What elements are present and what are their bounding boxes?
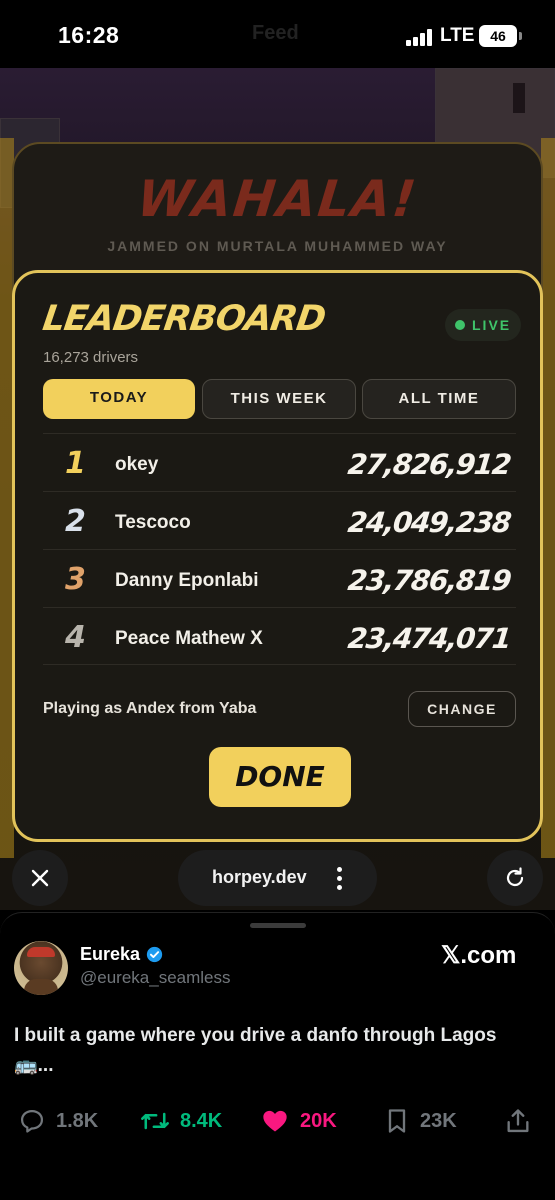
like-count: 20K bbox=[300, 1109, 337, 1132]
rank-number: 3 bbox=[65, 562, 86, 597]
tab-all-time[interactable]: ALL TIME bbox=[362, 379, 516, 419]
author-name[interactable]: Eureka bbox=[80, 944, 140, 965]
verified-badge-icon bbox=[146, 946, 163, 963]
leaderboard-row: 3 Danny Eponlabi 23,786,819 bbox=[43, 549, 516, 607]
done-button[interactable]: DONE bbox=[209, 747, 351, 807]
player-name: Peace Mathew X bbox=[115, 628, 263, 649]
retweet-button[interactable]: 8.4K bbox=[140, 1107, 222, 1135]
status-bar: 16:28 Feed LTE 46 bbox=[0, 0, 555, 68]
reply-count: 1.8K bbox=[56, 1109, 99, 1132]
source-link[interactable]: 𝕏.com bbox=[441, 941, 516, 970]
battery-icon: 46 bbox=[479, 25, 522, 47]
leaderboard-row: 4 Peace Mathew X 23,474,071 bbox=[43, 607, 516, 665]
rank-number: 1 bbox=[65, 446, 86, 481]
close-icon bbox=[31, 869, 49, 887]
player-score: 23,786,819 bbox=[346, 564, 512, 597]
background-page-title: Feed bbox=[252, 22, 299, 44]
game-over-subtitle: JAMMED ON MURTALA MUHAMMED WAY bbox=[107, 238, 448, 254]
sheet-drag-handle[interactable] bbox=[250, 923, 306, 928]
change-player-button[interactable]: CHANGE bbox=[408, 691, 516, 727]
bookmark-icon bbox=[388, 1109, 406, 1133]
live-badge: LIVE bbox=[445, 309, 521, 341]
browser-bar: horpey.dev bbox=[0, 850, 555, 910]
network-type: LTE bbox=[440, 25, 475, 46]
reply-icon bbox=[20, 1109, 44, 1133]
url-text: horpey.dev bbox=[212, 867, 307, 887]
retweet-icon bbox=[141, 1112, 169, 1130]
building-window bbox=[513, 83, 525, 113]
tweet-sheet: Eureka @eureka_seamless 𝕏.com I built a … bbox=[0, 912, 555, 1200]
bookmark-button[interactable]: 23K bbox=[384, 1107, 457, 1135]
live-label: LIVE bbox=[472, 317, 512, 333]
bookmark-count: 23K bbox=[420, 1109, 457, 1132]
leaderboard-row: 1 okey 27,826,912 bbox=[43, 433, 516, 491]
rank-number: 4 bbox=[65, 620, 86, 655]
leaderboard-title: LEADERBOARD bbox=[40, 299, 328, 339]
tweet-actions: 1.8K 8.4K 20K 23K bbox=[0, 1101, 555, 1141]
live-dot-icon bbox=[455, 320, 465, 330]
close-browser-button[interactable] bbox=[12, 850, 68, 906]
reload-button[interactable] bbox=[487, 850, 543, 906]
tweet-text: I built a game where you drive a danfo t… bbox=[14, 1025, 497, 1076]
signal-icon bbox=[406, 29, 436, 46]
drivers-count: 16,273 drivers bbox=[43, 349, 139, 366]
tab-this-week[interactable]: THIS WEEK bbox=[202, 379, 356, 419]
leaderboard-list: 1 okey 27,826,912 2 Tescoco 24,049,238 3… bbox=[43, 433, 516, 665]
player-score: 24,049,238 bbox=[346, 506, 512, 539]
share-button[interactable] bbox=[504, 1107, 532, 1135]
status-time: 16:28 bbox=[58, 22, 120, 48]
reply-button[interactable]: 1.8K bbox=[18, 1107, 98, 1135]
url-bar[interactable]: horpey.dev bbox=[178, 850, 377, 906]
rank-number: 2 bbox=[65, 504, 86, 539]
author-handle[interactable]: @eureka_seamless bbox=[80, 968, 231, 988]
player-name: Danny Eponlabi bbox=[115, 570, 259, 591]
player-name: okey bbox=[115, 454, 159, 475]
game-over-title: WAHALA! bbox=[134, 170, 421, 228]
player-name: Tescoco bbox=[115, 512, 191, 533]
player-score: 23,474,071 bbox=[346, 622, 512, 655]
share-icon bbox=[507, 1109, 529, 1133]
reload-icon bbox=[506, 867, 524, 887]
leaderboard-panel: LEADERBOARD LIVE 16,273 drivers TODAY TH… bbox=[12, 270, 543, 842]
player-score: 27,826,912 bbox=[346, 448, 512, 481]
avatar[interactable] bbox=[14, 941, 68, 995]
retweet-count: 8.4K bbox=[180, 1109, 223, 1132]
playing-as-text: Playing as Andex from Yaba bbox=[43, 700, 257, 717]
leaderboard-row: 2 Tescoco 24,049,238 bbox=[43, 491, 516, 549]
like-button[interactable]: 20K bbox=[260, 1107, 337, 1135]
tab-today[interactable]: TODAY bbox=[43, 379, 195, 419]
more-vertical-icon[interactable] bbox=[336, 864, 344, 892]
heart-icon bbox=[263, 1110, 287, 1132]
